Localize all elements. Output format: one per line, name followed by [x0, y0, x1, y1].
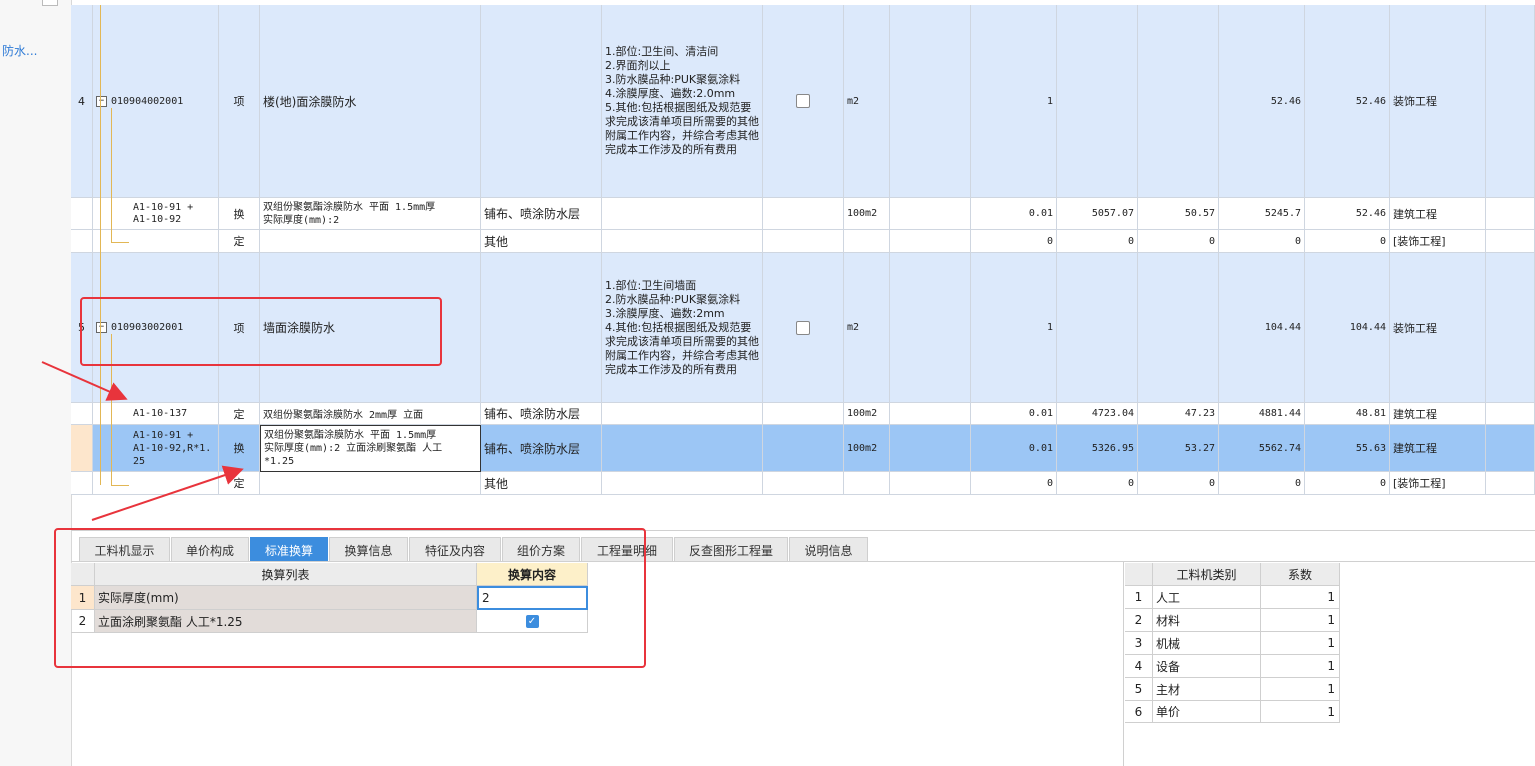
arrow-to-selected-row — [91, 465, 244, 521]
annotation-arrows — [41, 361, 244, 521]
arrow-to-row-5 — [41, 361, 128, 401]
